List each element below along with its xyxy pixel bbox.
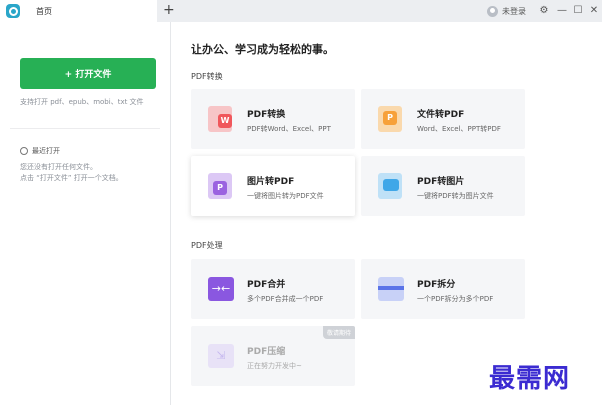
card-file-to-pdf[interactable]: P 文件转PDF Word、Excel、PPT转PDF: [361, 89, 525, 149]
file-to-pdf-icon: P: [378, 106, 402, 132]
clock-icon: [20, 147, 28, 155]
settings-icon[interactable]: ⚙: [537, 3, 551, 19]
title-bar: 首页 + 未登录 ⚙ — ☐ ✕: [0, 0, 602, 22]
recent-files-title: 最近打开: [32, 147, 60, 155]
card-desc: 一键将PDF转为图片文件: [417, 192, 494, 200]
pdf-to-image-icon: [378, 173, 402, 199]
card-title: PDF转换: [247, 110, 286, 120]
card-pdf-compress: 敬请期待 ⇲ PDF压缩 正在努力开发中~: [191, 326, 355, 386]
user-avatar-icon: [487, 5, 498, 17]
maximize-button[interactable]: ☐: [571, 3, 585, 19]
section-label-process: PDF处理: [191, 241, 223, 250]
sidebar-divider: [10, 128, 160, 129]
sidebar: + 打开文件 支持打开 pdf、epub、mobi、txt 文件 最近打开 您还…: [0, 22, 171, 405]
card-pdf-merge[interactable]: →← PDF合并 多个PDF合并成一个PDF: [191, 259, 355, 319]
minimize-button[interactable]: —: [555, 3, 569, 19]
user-label: 未登录: [502, 6, 526, 16]
card-desc: 一键将图片转为PDF文件: [247, 192, 324, 200]
card-desc: PDF转Word、Excel、PPT: [247, 125, 331, 133]
card-desc: Word、Excel、PPT转PDF: [417, 125, 501, 133]
pdf-split-icon: [378, 277, 404, 301]
page-title: 让办公、学习成为轻松的事。: [191, 43, 334, 56]
card-title: PDF转图片: [417, 177, 465, 187]
card-pdf-split[interactable]: PDF拆分 一个PDF拆分为多个PDF: [361, 259, 525, 319]
app-logo-icon: [6, 4, 20, 18]
card-desc: 一个PDF拆分为多个PDF: [417, 295, 494, 303]
watermark-text: 最需网: [489, 364, 571, 394]
supported-formats-text: 支持打开 pdf、epub、mobi、txt 文件: [20, 98, 144, 106]
pdf-to-word-icon: W: [208, 106, 232, 132]
recent-empty-line-2: 点击 “打开文件” 打开一个文档。: [20, 174, 123, 182]
image-to-pdf-icon: P: [208, 173, 232, 199]
section-label-convert: PDF转换: [191, 72, 223, 81]
card-title: 文件转PDF: [417, 110, 465, 120]
tab-home-label: 首页: [36, 7, 52, 16]
tab-home[interactable]: 首页: [0, 0, 157, 22]
card-title: PDF拆分: [417, 280, 456, 290]
login-button[interactable]: 未登录: [487, 4, 526, 18]
open-file-button[interactable]: + 打开文件: [20, 58, 156, 89]
coming-soon-badge: 敬请期待: [322, 326, 355, 339]
pdf-merge-icon: →←: [208, 277, 234, 301]
pdf-compress-icon: ⇲: [208, 344, 234, 368]
card-pdf-to-image[interactable]: PDF转图片 一键将PDF转为图片文件: [361, 156, 525, 216]
card-desc: 正在努力开发中~: [247, 362, 302, 370]
recent-files-header: 最近打开: [20, 146, 60, 156]
card-title: 图片转PDF: [247, 177, 295, 187]
card-desc: 多个PDF合并成一个PDF: [247, 295, 324, 303]
card-title: PDF合并: [247, 280, 286, 290]
card-image-to-pdf[interactable]: P 图片转PDF 一键将图片转为PDF文件: [191, 156, 355, 216]
add-tab-button[interactable]: +: [163, 2, 175, 18]
card-title: PDF压缩: [247, 347, 286, 357]
recent-empty-line-1: 您还没有打开任何文件。: [20, 163, 97, 171]
close-button[interactable]: ✕: [587, 3, 601, 19]
card-pdf-convert[interactable]: W PDF转换 PDF转Word、Excel、PPT: [191, 89, 355, 149]
